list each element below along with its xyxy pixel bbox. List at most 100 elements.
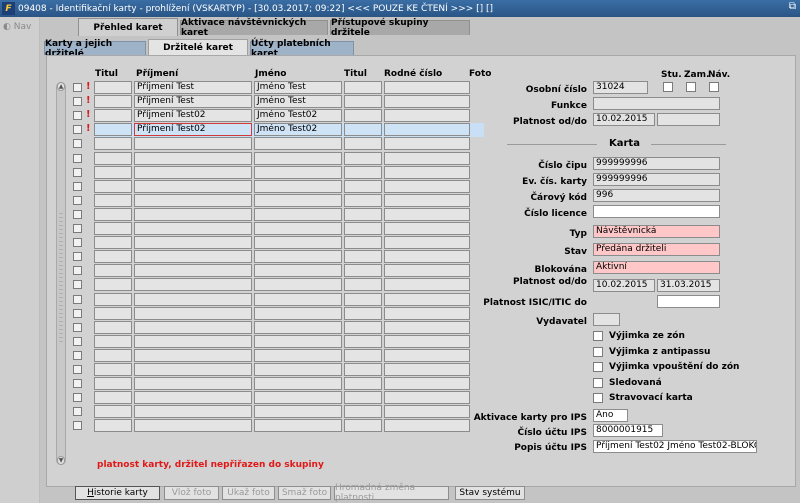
cell-prijmeni[interactable] bbox=[134, 405, 252, 418]
row-select-checkbox[interactable] bbox=[73, 168, 82, 177]
cell-jmeno[interactable] bbox=[254, 166, 342, 179]
cell-titul2[interactable] bbox=[344, 419, 382, 432]
cell-rodne_cislo[interactable] bbox=[384, 377, 470, 390]
cell-jmeno[interactable] bbox=[254, 321, 342, 334]
cell-prijmeni[interactable] bbox=[134, 137, 252, 150]
cell-jmeno[interactable] bbox=[254, 222, 342, 235]
cell-titul2[interactable] bbox=[344, 278, 382, 291]
scroll-down-icon[interactable]: ▼ bbox=[57, 456, 65, 465]
cell-jmeno[interactable] bbox=[254, 208, 342, 221]
cell-titul[interactable] bbox=[94, 180, 132, 193]
cell-titul[interactable] bbox=[94, 81, 132, 94]
karta-checkbox[interactable] bbox=[593, 347, 603, 357]
row-select-checkbox[interactable] bbox=[73, 210, 82, 219]
row-select-checkbox[interactable] bbox=[73, 266, 82, 275]
cell-jmeno[interactable] bbox=[254, 377, 342, 390]
cell-jmeno[interactable] bbox=[254, 250, 342, 263]
stu-checkbox[interactable] bbox=[663, 82, 673, 92]
cell-prijmeni[interactable]: Příjmení Test bbox=[134, 95, 252, 108]
row-select-checkbox[interactable] bbox=[73, 295, 82, 304]
cell-titul[interactable] bbox=[94, 307, 132, 320]
cell-jmeno[interactable] bbox=[254, 419, 342, 432]
cell-titul[interactable] bbox=[94, 194, 132, 207]
cell-jmeno[interactable] bbox=[254, 278, 342, 291]
row-select-checkbox[interactable] bbox=[73, 379, 82, 388]
cell-jmeno[interactable]: Jméno Test02 bbox=[254, 123, 342, 136]
cell-titul[interactable] bbox=[94, 109, 132, 122]
cell-rodne_cislo[interactable] bbox=[384, 166, 470, 179]
cell-titul2[interactable] bbox=[344, 236, 382, 249]
cell-jmeno[interactable]: Jméno Test bbox=[254, 95, 342, 108]
cell-prijmeni[interactable]: Příjmení Test02 bbox=[134, 123, 252, 136]
cell-jmeno[interactable] bbox=[254, 264, 342, 277]
row-select-checkbox[interactable] bbox=[73, 125, 82, 134]
subtab-ucty-platebnich-karet[interactable]: Účty platebních karet bbox=[250, 39, 354, 59]
cell-titul2[interactable] bbox=[344, 109, 382, 122]
cell-prijmeni[interactable] bbox=[134, 264, 252, 277]
cell-prijmeni[interactable] bbox=[134, 152, 252, 165]
cell-prijmeni[interactable] bbox=[134, 363, 252, 376]
ev-cis-karty-field[interactable]: 999999996 bbox=[593, 173, 720, 186]
cell-rodne_cislo[interactable] bbox=[384, 152, 470, 165]
osobni-cislo-field[interactable]: 31024 bbox=[593, 81, 648, 94]
cell-titul[interactable] bbox=[94, 349, 132, 362]
karta-platnost-do-field[interactable]: 31.03.2015 bbox=[657, 279, 720, 292]
osoba-platnost-od-field[interactable]: 10.02.2015 bbox=[593, 113, 655, 126]
cell-rodne_cislo[interactable] bbox=[384, 194, 470, 207]
cell-titul2[interactable] bbox=[344, 363, 382, 376]
vloz-foto-button[interactable]: Vlož foto bbox=[164, 486, 219, 500]
grid-scrollbar[interactable]: ▲ ▼ bbox=[56, 82, 66, 465]
cell-titul2[interactable] bbox=[344, 293, 382, 306]
blokovana-field[interactable]: Aktivní bbox=[593, 261, 720, 274]
nav-checkbox[interactable] bbox=[709, 82, 719, 92]
karta-checkbox[interactable] bbox=[593, 393, 603, 403]
karta-checkbox[interactable] bbox=[593, 362, 603, 372]
row-select-checkbox[interactable] bbox=[73, 154, 82, 163]
row-select-checkbox[interactable] bbox=[73, 351, 82, 360]
cell-rodne_cislo[interactable] bbox=[384, 81, 470, 94]
cell-titul[interactable] bbox=[94, 222, 132, 235]
cell-titul2[interactable] bbox=[344, 250, 382, 263]
cell-prijmeni[interactable] bbox=[134, 419, 252, 432]
cell-prijmeni[interactable] bbox=[134, 349, 252, 362]
cell-titul[interactable] bbox=[94, 236, 132, 249]
smaz-foto-button[interactable]: Smaž foto bbox=[278, 486, 331, 500]
cell-titul[interactable] bbox=[94, 166, 132, 179]
cell-rodne_cislo[interactable] bbox=[384, 123, 470, 136]
cislo-uctu-ips-field[interactable]: 8000001915 bbox=[593, 424, 663, 437]
cell-titul[interactable] bbox=[94, 377, 132, 390]
cell-jmeno[interactable] bbox=[254, 349, 342, 362]
cell-prijmeni[interactable] bbox=[134, 250, 252, 263]
karta-platnost-od-field[interactable]: 10.02.2015 bbox=[593, 279, 655, 292]
cell-prijmeni[interactable]: Příjmení Test02 bbox=[134, 109, 252, 122]
row-select-checkbox[interactable] bbox=[73, 182, 82, 191]
cell-titul[interactable] bbox=[94, 391, 132, 404]
row-select-checkbox[interactable] bbox=[73, 365, 82, 374]
cell-jmeno[interactable] bbox=[254, 405, 342, 418]
cell-rodne_cislo[interactable] bbox=[384, 109, 470, 122]
cell-titul2[interactable] bbox=[344, 391, 382, 404]
cell-rodne_cislo[interactable] bbox=[384, 95, 470, 108]
cell-titul[interactable] bbox=[94, 123, 132, 136]
cell-titul2[interactable] bbox=[344, 180, 382, 193]
cell-rodne_cislo[interactable] bbox=[384, 419, 470, 432]
cell-titul[interactable] bbox=[94, 95, 132, 108]
historie-karty-button[interactable]: Historie karty bbox=[75, 486, 160, 500]
subtab-karty-a-drzitele[interactable]: Karty a jejich držitelé bbox=[44, 39, 146, 59]
cell-jmeno[interactable]: Jméno Test02 bbox=[254, 109, 342, 122]
row-select-checkbox[interactable] bbox=[73, 280, 82, 289]
cell-prijmeni[interactable] bbox=[134, 321, 252, 334]
restore-window-icon[interactable]: ⧉ bbox=[789, 1, 796, 12]
cell-titul[interactable] bbox=[94, 250, 132, 263]
cell-titul2[interactable] bbox=[344, 377, 382, 390]
cell-prijmeni[interactable] bbox=[134, 307, 252, 320]
cell-titul2[interactable] bbox=[344, 166, 382, 179]
ukaz-foto-button[interactable]: Ukaž foto bbox=[222, 486, 275, 500]
tab-pristupove-skupiny-drzitele[interactable]: Přístupové skupiny držitele bbox=[330, 18, 470, 38]
cell-titul2[interactable] bbox=[344, 123, 382, 136]
cell-titul2[interactable] bbox=[344, 81, 382, 94]
cell-prijmeni[interactable] bbox=[134, 377, 252, 390]
stav-field[interactable]: Předána držiteli bbox=[593, 243, 720, 256]
stav-systemu-button[interactable]: Stav systému bbox=[455, 486, 525, 500]
cell-rodne_cislo[interactable] bbox=[384, 321, 470, 334]
